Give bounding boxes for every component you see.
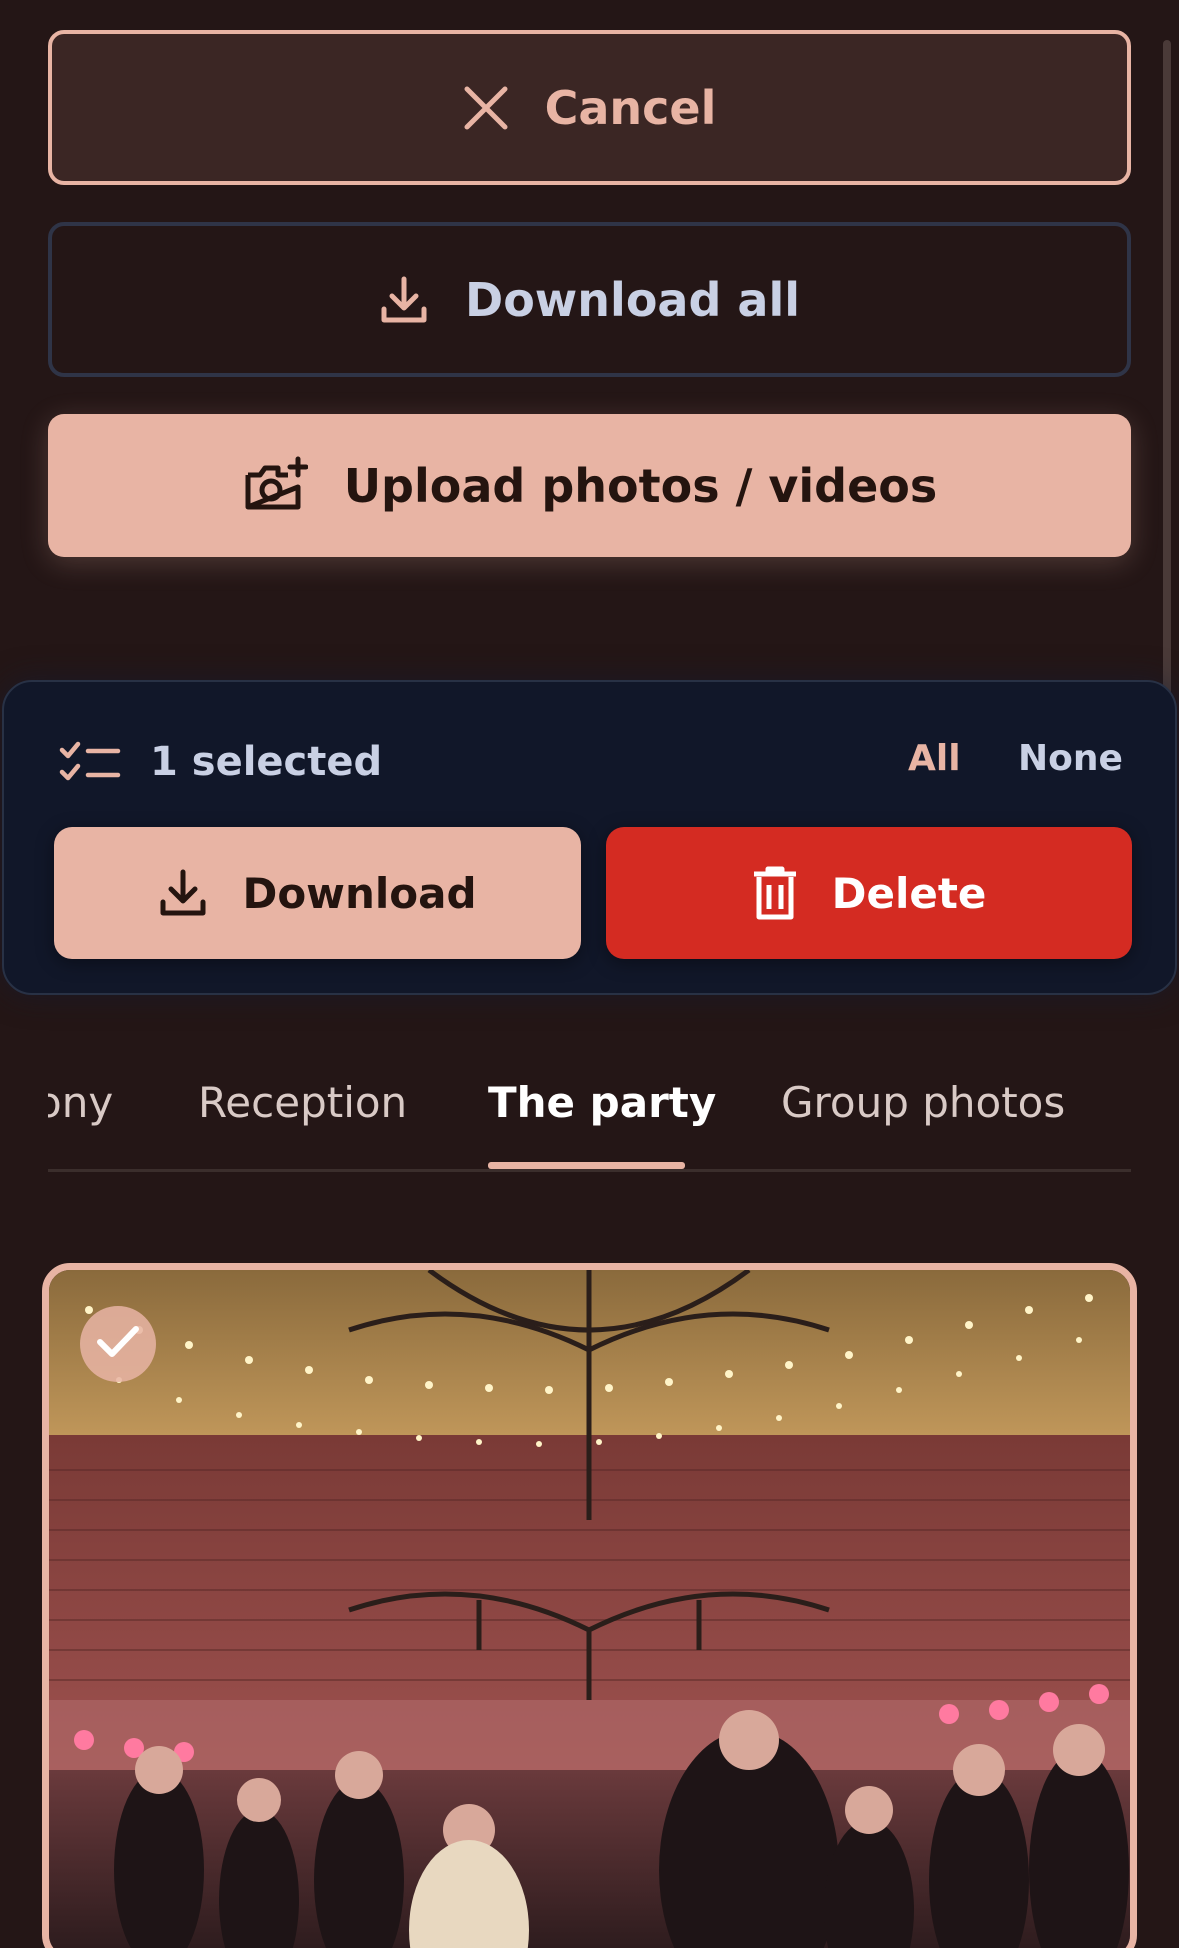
upload-photos-button[interactable]: Upload photos / videos	[48, 414, 1131, 557]
cancel-label: Cancel	[544, 80, 717, 135]
delete-label: Delete	[831, 868, 987, 918]
download-icon	[158, 868, 208, 918]
album-tabs: ony Reception The party Group photos	[48, 1040, 1131, 1172]
download-selected-button[interactable]: Download	[54, 827, 581, 959]
tab-group-photos[interactable]: Group photos	[781, 1078, 1065, 1127]
selection-count: 1 selected	[58, 738, 382, 786]
tab-the-party[interactable]: The party	[488, 1078, 716, 1127]
select-none-link[interactable]: None	[1018, 738, 1123, 779]
download-icon	[379, 275, 429, 325]
gallery-screen: Cancel Download all Upload photos / vide…	[0, 0, 1179, 1948]
cancel-button[interactable]: Cancel	[48, 30, 1131, 185]
checklist-icon	[58, 738, 122, 786]
tab-reception[interactable]: Reception	[198, 1078, 407, 1127]
tab-ceremony[interactable]: ony	[48, 1078, 113, 1127]
party-photo-image	[49, 1270, 1130, 1948]
selection-panel: 1 selected All None Download Delete	[2, 680, 1177, 995]
check-icon	[96, 1324, 140, 1364]
trash-icon	[752, 865, 798, 921]
selected-count-text: 1 selected	[150, 739, 383, 785]
upload-label: Upload photos / videos	[343, 458, 938, 513]
select-all-link[interactable]: All	[908, 738, 961, 779]
photo-thumbnail[interactable]	[42, 1263, 1137, 1948]
download-all-label: Download all	[465, 272, 800, 327]
download-all-button[interactable]: Download all	[48, 222, 1131, 377]
active-tab-indicator	[488, 1162, 685, 1169]
download-label: Download	[242, 868, 477, 918]
camera-plus-icon	[242, 455, 308, 517]
selected-check[interactable]	[80, 1306, 156, 1382]
delete-button[interactable]: Delete	[606, 827, 1132, 959]
close-icon	[463, 85, 509, 131]
scrollbar[interactable]	[1163, 40, 1171, 752]
